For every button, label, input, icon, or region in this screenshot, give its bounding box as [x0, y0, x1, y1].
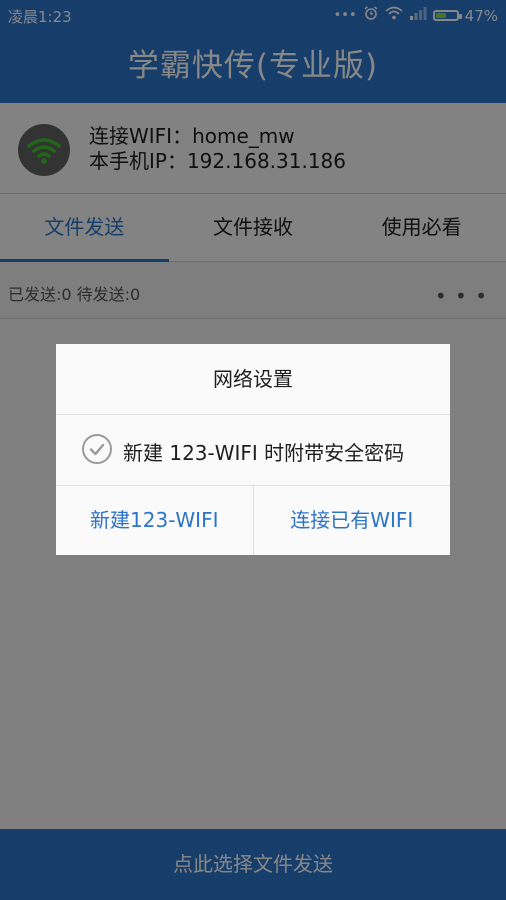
app-screen: 凌晨1:23 ••• 47% 学霸快传(专业版) 连接WIFI：home_mw …	[0, 0, 506, 900]
create-wifi-button[interactable]: 新建123-WIFI	[56, 486, 253, 555]
check-icon[interactable]	[82, 434, 112, 464]
dialog-buttons: 新建123-WIFI 连接已有WIFI	[56, 486, 450, 555]
secure-password-label: 新建 123-WIFI 时附带安全密码	[123, 441, 405, 465]
connect-existing-wifi-button[interactable]: 连接已有WIFI	[252, 486, 451, 555]
dialog-title: 网络设置	[56, 344, 450, 415]
network-settings-dialog: 网络设置 新建 123-WIFI 时附带安全密码 新建123-WIFI 连接已有…	[56, 344, 450, 555]
secure-password-option[interactable]: 新建 123-WIFI 时附带安全密码	[56, 415, 450, 486]
